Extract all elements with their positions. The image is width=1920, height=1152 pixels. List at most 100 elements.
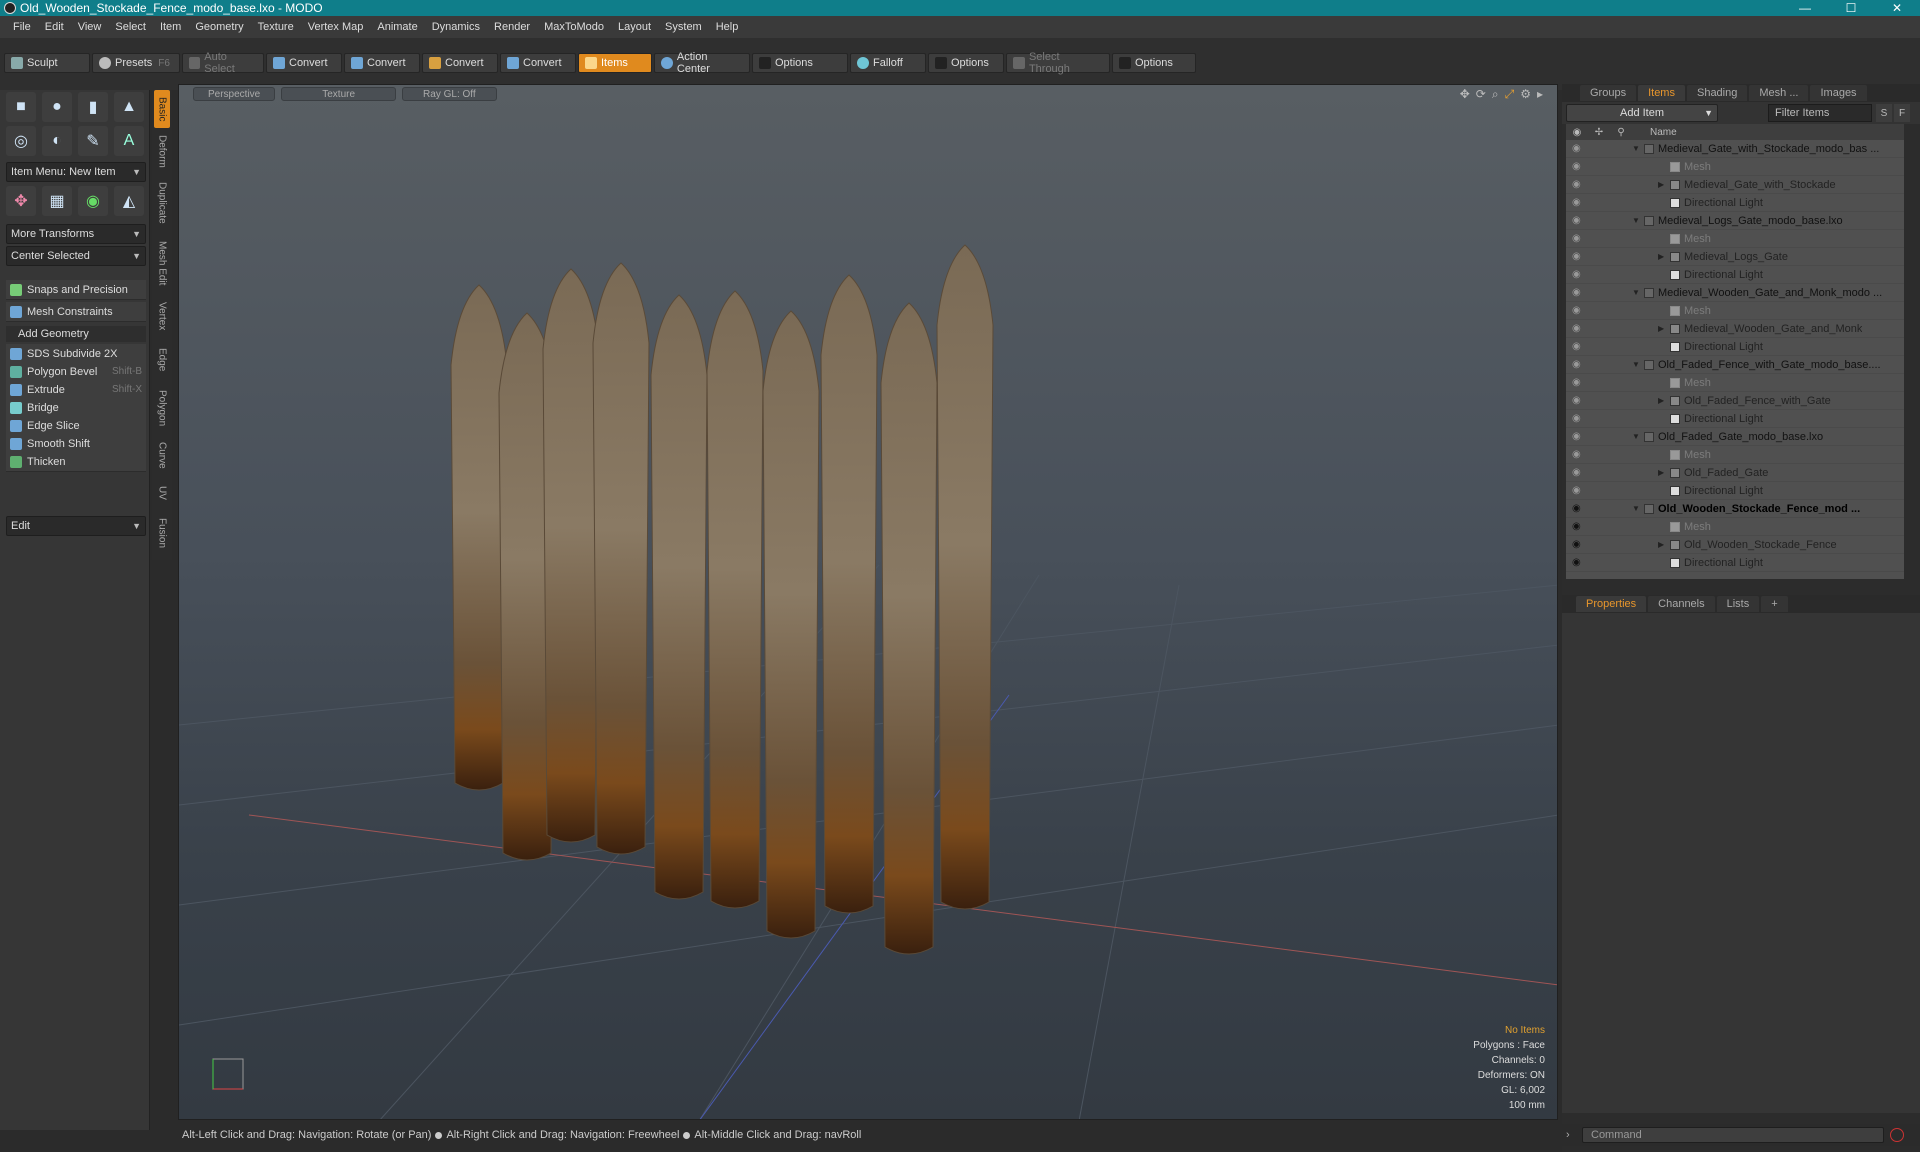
tree-row[interactable]: ◉ ▶ Old_Wooden_Stockade_Fence bbox=[1566, 536, 1904, 554]
expand-triangle-icon[interactable]: ▶ bbox=[1658, 252, 1664, 261]
cylinder-icon[interactable]: ▮ bbox=[78, 92, 108, 122]
tree-row[interactable]: ◉ ▼ Medieval_Gate_with_Stockade_modo_bas .… bbox=[1566, 140, 1904, 158]
fence-stake[interactable] bbox=[762, 310, 820, 939]
fence-stake[interactable] bbox=[450, 284, 508, 791]
tree-row[interactable]: ◉ Directional Light bbox=[1566, 410, 1904, 428]
tab-channels[interactable]: Channels bbox=[1648, 596, 1715, 612]
visibility-eye-icon[interactable]: ◉ bbox=[1572, 302, 1586, 320]
tree-row[interactable]: ◉ ▼ Medieval_Wooden_Gate_and_Monk_modo ... bbox=[1566, 284, 1904, 302]
options-checkbox[interactable] bbox=[935, 57, 947, 69]
visibility-eye-icon[interactable]: ◉ bbox=[1572, 464, 1586, 482]
vtab-curve[interactable]: Curve bbox=[154, 435, 170, 475]
filter-options-button[interactable]: F bbox=[1894, 104, 1910, 122]
tree-row[interactable]: ◉ Mesh bbox=[1566, 230, 1904, 248]
add-item-button[interactable]: Add Item ▼ bbox=[1566, 104, 1718, 122]
visibility-eye-icon[interactable]: ◉ bbox=[1572, 554, 1586, 572]
center-selected-dropdown[interactable]: Center Selected ▼ bbox=[6, 246, 146, 266]
tree-row[interactable]: ◉ Mesh bbox=[1566, 158, 1904, 176]
pen-icon[interactable]: ✎ bbox=[78, 126, 108, 156]
visibility-eye-icon[interactable]: ◉ bbox=[1572, 518, 1586, 536]
visibility-eye-icon[interactable]: ◉ bbox=[1572, 482, 1586, 500]
vtab-uv[interactable]: UV bbox=[154, 480, 170, 506]
tool-smooth-shift[interactable]: Smooth Shift bbox=[6, 434, 146, 454]
tab-mesh[interactable]: Mesh ... bbox=[1749, 85, 1809, 101]
fence-stake[interactable] bbox=[880, 302, 938, 955]
record-icon[interactable] bbox=[1890, 1128, 1904, 1142]
filter-items-input[interactable]: Filter Items bbox=[1768, 104, 1872, 122]
text-icon[interactable]: A bbox=[114, 126, 144, 156]
tab-properties[interactable]: Properties bbox=[1576, 596, 1647, 612]
collapse-triangle-icon[interactable]: ▼ bbox=[1632, 216, 1640, 225]
grid-icon[interactable]: ▦ bbox=[42, 186, 72, 216]
expand-triangle-icon[interactable]: ▶ bbox=[1658, 468, 1664, 477]
options-button-1[interactable]: Options bbox=[752, 53, 848, 73]
menu-animate[interactable]: Animate bbox=[370, 21, 424, 33]
tool-edge-slice[interactable]: Edge Slice bbox=[6, 416, 146, 436]
visibility-eye-icon[interactable]: ◉ bbox=[1572, 248, 1586, 266]
menu-layout[interactable]: Layout bbox=[611, 21, 658, 33]
fence-stake[interactable] bbox=[706, 290, 764, 909]
menu-item[interactable]: Item bbox=[153, 21, 188, 33]
tree-row[interactable]: ◉ ▶ Old_Faded_Fence_with_Gate bbox=[1566, 392, 1904, 410]
select-through-button[interactable]: Select Through bbox=[1006, 51, 1110, 75]
more-transforms-dropdown[interactable]: More Transforms ▼ bbox=[6, 224, 146, 244]
expand-triangle-icon[interactable]: ▶ bbox=[1658, 180, 1664, 189]
command-input[interactable]: Command bbox=[1582, 1127, 1884, 1143]
options-checkbox[interactable] bbox=[1119, 57, 1131, 69]
collapse-triangle-icon[interactable]: ▼ bbox=[1632, 360, 1640, 369]
visibility-eye-icon[interactable]: ◉ bbox=[1572, 320, 1586, 338]
options-checkbox[interactable] bbox=[759, 57, 771, 69]
globe-icon[interactable]: ◉ bbox=[78, 186, 108, 216]
vtab-duplicate[interactable]: Duplicate bbox=[154, 175, 170, 231]
visibility-eye-icon[interactable]: ◉ bbox=[1572, 338, 1586, 356]
menu-vertex-map[interactable]: Vertex Map bbox=[301, 21, 371, 33]
options-button-3[interactable]: Options bbox=[1112, 53, 1196, 73]
plane-icon[interactable]: ◭ bbox=[114, 186, 144, 216]
tool-extrude[interactable]: Extrude Shift-X bbox=[6, 380, 146, 400]
menu-geometry[interactable]: Geometry bbox=[188, 21, 250, 33]
items-mode-button[interactable]: Items bbox=[578, 53, 652, 73]
mesh-constraints-button[interactable]: Mesh Constraints bbox=[6, 302, 146, 322]
collapse-triangle-icon[interactable]: ▼ bbox=[1632, 144, 1640, 153]
menu-system[interactable]: System bbox=[658, 21, 709, 33]
snaps-precision-button[interactable]: Snaps and Precision bbox=[6, 280, 146, 300]
expand-triangle-icon[interactable]: ▶ bbox=[1658, 396, 1664, 405]
tab-lists[interactable]: Lists bbox=[1716, 596, 1760, 612]
tree-row[interactable]: ◉ Mesh bbox=[1566, 302, 1904, 320]
add-geometry-section[interactable]: Add Geometry bbox=[6, 326, 146, 342]
menu-render[interactable]: Render bbox=[487, 21, 537, 33]
menu-texture[interactable]: Texture bbox=[251, 21, 301, 33]
visibility-eye-icon[interactable]: ◉ bbox=[1572, 374, 1586, 392]
tree-row[interactable]: ◉ ▼ Medieval_Logs_Gate_modo_base.lxo bbox=[1566, 212, 1904, 230]
visibility-eye-icon[interactable]: ◉ bbox=[1572, 158, 1586, 176]
visibility-eye-icon[interactable]: ◉ bbox=[1572, 194, 1586, 212]
expand-triangle-icon[interactable]: ▶ bbox=[1658, 540, 1664, 549]
vtab-polygon[interactable]: Polygon bbox=[154, 385, 170, 431]
convert-button-3[interactable]: Convert bbox=[422, 53, 498, 73]
vtab-edge[interactable]: Edge bbox=[154, 340, 170, 380]
collapse-triangle-icon[interactable]: ▼ bbox=[1632, 288, 1640, 297]
visibility-eye-icon[interactable]: ◉ bbox=[1572, 266, 1586, 284]
tree-row[interactable]: ◉ ▶ Medieval_Logs_Gate bbox=[1566, 248, 1904, 266]
tree-row[interactable]: ◉ ▶ Old_Faded_Gate bbox=[1566, 464, 1904, 482]
stockade-fence-mesh[interactable] bbox=[450, 244, 994, 955]
visibility-eye-icon[interactable]: ◉ bbox=[1572, 356, 1586, 374]
tree-row[interactable]: ◉ Mesh bbox=[1566, 374, 1904, 392]
tree-row[interactable]: ◉ Directional Light bbox=[1566, 554, 1904, 572]
tool-sds-subdivide-2x[interactable]: SDS Subdivide 2X bbox=[6, 344, 146, 364]
sculpt-button[interactable]: Sculpt bbox=[4, 53, 90, 73]
close-button[interactable]: ✕ bbox=[1874, 1, 1920, 15]
tree-row[interactable]: ◉ Mesh bbox=[1566, 518, 1904, 536]
expand-triangle-icon[interactable]: ▶ bbox=[1658, 324, 1664, 333]
tool-thicken[interactable]: Thicken bbox=[6, 452, 146, 472]
torus-icon[interactable]: ◎ bbox=[6, 126, 36, 156]
3d-viewport[interactable]: Perspective Texture Ray GL: Off ✥ ⟳ ⌕ ⤢ … bbox=[178, 84, 1558, 1120]
menu-dynamics[interactable]: Dynamics bbox=[425, 21, 487, 33]
menu-maxtomodo[interactable]: MaxToModo bbox=[537, 21, 611, 33]
tab-images[interactable]: Images bbox=[1810, 85, 1867, 101]
vtab-deform[interactable]: Deform bbox=[154, 130, 170, 172]
visibility-eye-icon[interactable]: ◉ bbox=[1572, 230, 1586, 248]
collapse-triangle-icon[interactable]: ▼ bbox=[1632, 504, 1640, 513]
capsule-icon[interactable]: ◐ bbox=[42, 126, 72, 156]
collapse-triangle-icon[interactable]: ▼ bbox=[1632, 432, 1640, 441]
